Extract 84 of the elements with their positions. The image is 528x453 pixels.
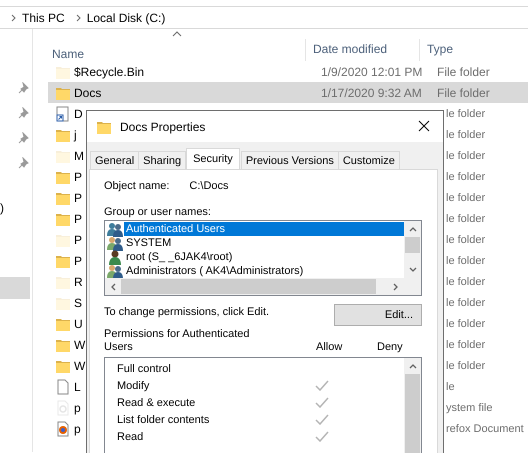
user-list-item[interactable]: Administrators ( AK4\Administrators) bbox=[124, 264, 306, 278]
column-header: Deny bbox=[377, 341, 404, 353]
file-type: refox Document bbox=[446, 422, 525, 434]
file-name: P bbox=[74, 254, 82, 268]
file-type: File folder bbox=[437, 86, 490, 100]
file-type: File folder bbox=[437, 64, 490, 78]
file-type: le folder bbox=[446, 318, 486, 330]
permissions-label: Permissions for Authenticated Users bbox=[104, 328, 251, 354]
list-label: Group or user names: bbox=[104, 206, 211, 218]
file-name: W bbox=[74, 338, 86, 352]
permission-name: Read bbox=[117, 430, 144, 442]
file-type: le bbox=[446, 380, 456, 392]
user-list-item[interactable]: root (S_ _6JAK4\root) bbox=[124, 250, 234, 264]
file-type: le folder bbox=[446, 254, 486, 266]
permission-name: List folder contents bbox=[117, 414, 210, 426]
file-date: 1/9/2020 12:01 PM bbox=[320, 64, 424, 78]
file-type: ystem file bbox=[446, 402, 494, 414]
file-name: p bbox=[74, 422, 81, 436]
file-name: U bbox=[74, 316, 83, 330]
scrollbar-thumb[interactable] bbox=[405, 374, 420, 453]
file-type: le folder bbox=[446, 338, 486, 350]
column-header[interactable]: Name bbox=[52, 47, 84, 66]
breadcrumb[interactable]: Local Disk (C:) bbox=[86, 10, 172, 24]
sort-caret-icon bbox=[172, 31, 182, 37]
file-date: 1/17/2020 9:32 AM bbox=[320, 86, 423, 100]
file-name: j bbox=[74, 128, 77, 142]
file-type: le folder bbox=[446, 276, 486, 288]
tab[interactable]: Customize bbox=[338, 151, 400, 169]
file-type: le folder bbox=[446, 360, 486, 372]
file-name: S bbox=[74, 296, 82, 310]
object-name: C:\Docs bbox=[189, 180, 229, 194]
close-icon bbox=[418, 120, 430, 132]
file-type: le folder bbox=[446, 128, 486, 140]
file-type: le folder bbox=[446, 212, 486, 224]
scrollbar-thumb[interactable] bbox=[405, 237, 420, 253]
users-icon bbox=[107, 236, 123, 250]
file-name: R bbox=[74, 274, 83, 288]
file-type: le folder bbox=[446, 192, 486, 204]
user-icon bbox=[107, 250, 123, 264]
column-header[interactable]: Date modified bbox=[313, 42, 388, 61]
file-name: P bbox=[74, 232, 82, 246]
field-label: Object name: bbox=[104, 180, 170, 194]
hint-text: To change permissions, click Edit. bbox=[104, 306, 270, 318]
user-list-item[interactable]: SYSTEM bbox=[124, 236, 174, 250]
file-name: D bbox=[74, 106, 83, 120]
file-name: P bbox=[74, 170, 82, 184]
pin-icon bbox=[17, 82, 29, 94]
pin-icon bbox=[17, 132, 29, 144]
file-type: le folder bbox=[446, 170, 486, 182]
selected-file-row[interactable]: Docs 1/17/2020 9:32 AM File folder bbox=[48, 82, 528, 103]
permission-name: Full control bbox=[117, 362, 172, 374]
file-name: P bbox=[74, 212, 82, 226]
tab[interactable]: Sharing bbox=[138, 151, 186, 169]
file-name: Docs bbox=[74, 86, 102, 100]
file-name: L bbox=[74, 380, 81, 394]
scrollbar-thumb[interactable] bbox=[121, 279, 376, 294]
users-icon bbox=[107, 222, 123, 236]
file-name: W bbox=[74, 358, 86, 372]
permission-name: Read & execute bbox=[117, 396, 196, 408]
permission-name: Modify bbox=[117, 380, 150, 392]
users-icon bbox=[107, 264, 123, 278]
edit-button[interactable]: Edit... bbox=[334, 304, 422, 326]
pin-icon bbox=[17, 157, 29, 169]
user-list-item[interactable]: Authenticated Users bbox=[124, 222, 404, 236]
file-type: le folder bbox=[446, 150, 486, 162]
dialog-title: Docs Properties bbox=[120, 120, 206, 134]
file-type: le folder bbox=[446, 234, 486, 246]
file-name: M bbox=[74, 148, 84, 162]
file-name: P bbox=[74, 190, 82, 204]
tab[interactable]: Previous Versions bbox=[240, 151, 339, 169]
column-header: Allow bbox=[316, 341, 344, 353]
file-type: le folder bbox=[446, 296, 486, 308]
nav-item-text[interactable]: ) bbox=[0, 201, 4, 215]
chevron-icon[interactable] bbox=[74, 14, 82, 22]
file-type: le folder bbox=[446, 108, 486, 120]
column-header[interactable]: Type bbox=[427, 42, 454, 61]
file-name: $Recycle.Bin bbox=[74, 64, 146, 78]
breadcrumb[interactable]: This PC bbox=[21, 10, 71, 24]
file-name: p bbox=[74, 400, 81, 414]
pin-icon bbox=[17, 107, 29, 119]
chevron-icon[interactable] bbox=[10, 14, 17, 22]
tab[interactable]: General bbox=[90, 151, 140, 169]
tab[interactable]: Security bbox=[186, 148, 240, 169]
user-list[interactable]: Authenticated Users SYSTEM root (S_ _6JAK4\root) Administrators ( AK4\Administrators) bbox=[104, 220, 422, 296]
